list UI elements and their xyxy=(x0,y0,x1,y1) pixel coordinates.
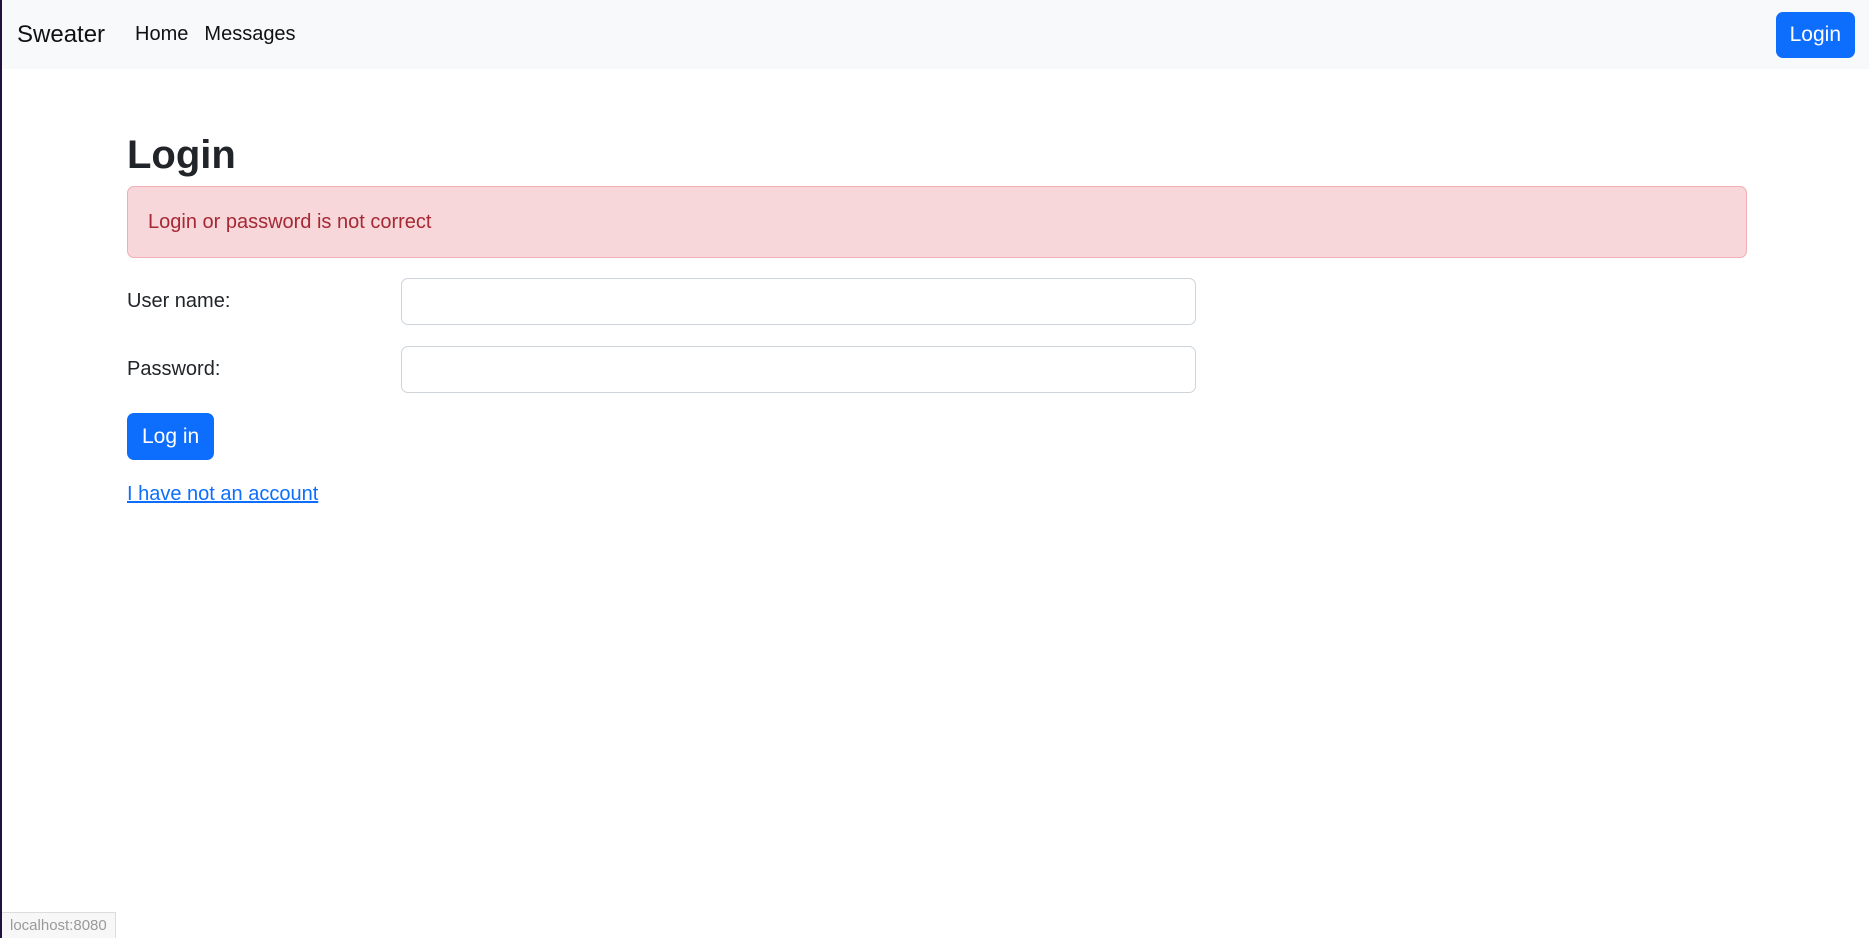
top-navbar: Sweater Home Messages Login xyxy=(2,0,1869,69)
username-label: User name: xyxy=(127,290,231,312)
password-input[interactable] xyxy=(401,346,1196,393)
status-bar-url: localhost:8080 xyxy=(2,912,116,938)
password-label: Password: xyxy=(127,358,221,380)
password-row: Password: xyxy=(127,346,1747,393)
login-form: User name: Password: Log in xyxy=(127,278,1747,460)
nav-link-messages[interactable]: Messages xyxy=(204,23,295,46)
window-edge xyxy=(0,0,2,938)
brand-link[interactable]: Sweater xyxy=(17,21,105,49)
register-link[interactable]: I have not an account xyxy=(127,483,318,506)
login-container: Login Login or password is not correct U… xyxy=(127,130,1747,506)
log-in-button[interactable]: Log in xyxy=(127,413,215,460)
navbar-login-button[interactable]: Login xyxy=(1775,11,1855,58)
username-row: User name: xyxy=(127,278,1747,325)
nav-link-home[interactable]: Home xyxy=(135,23,188,46)
error-alert: Login or password is not correct xyxy=(127,186,1747,258)
page-title: Login xyxy=(127,133,236,177)
username-input[interactable] xyxy=(401,278,1196,325)
